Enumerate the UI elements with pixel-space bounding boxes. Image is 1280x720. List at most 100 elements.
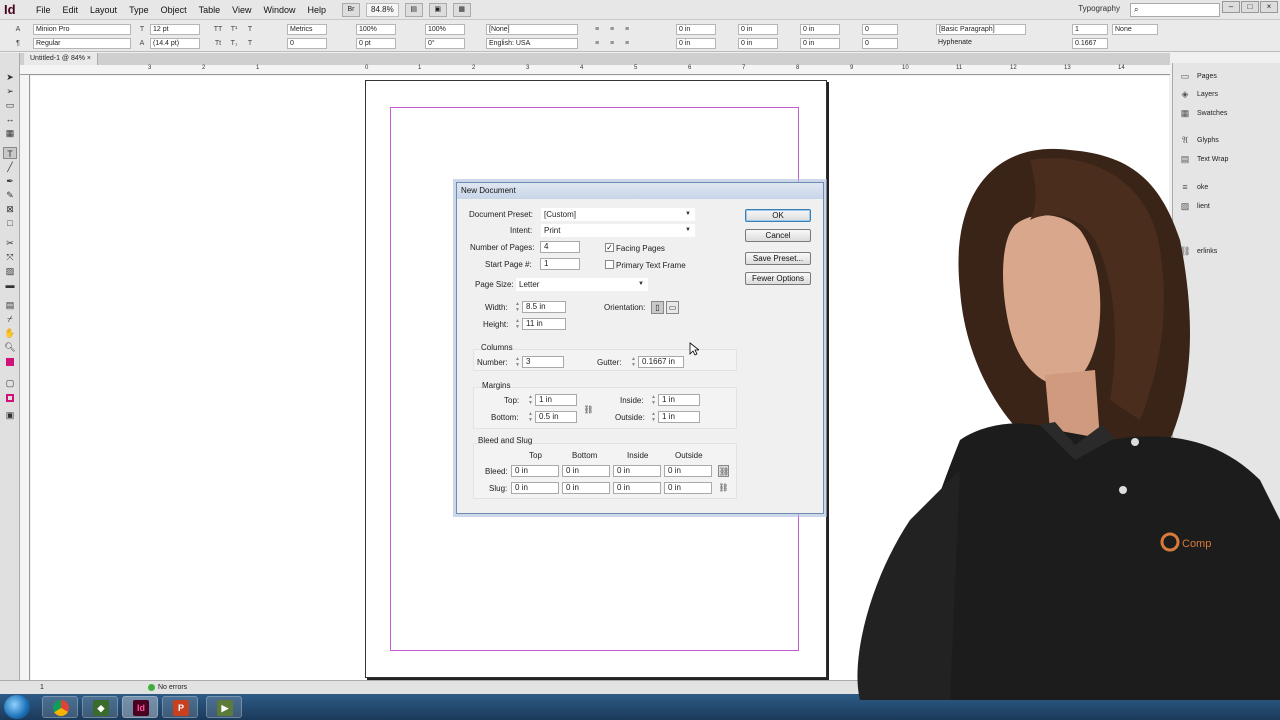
content-collector-icon[interactable]: ▦ <box>3 127 17 139</box>
bleed-outside-field[interactable]: 0 in <box>664 465 712 477</box>
font-family-select[interactable]: Minion Pro <box>33 24 131 35</box>
drop-cap-chars-field[interactable]: 0 <box>862 38 898 49</box>
bleed-top-field[interactable]: 0 in <box>511 465 559 477</box>
align-right-icon[interactable]: ≡ <box>621 24 633 35</box>
horizontal-ruler[interactable]: 3 2 1 0 1 2 3 4 5 6 7 8 9 10 11 12 13 14 <box>20 65 1170 75</box>
language-select[interactable]: English: USA <box>486 38 578 49</box>
slug-outside-field[interactable]: 0 in <box>664 482 712 494</box>
left-indent-field[interactable]: 0 in <box>676 24 716 35</box>
gradient-swatch-tool-icon[interactable]: ▨ <box>3 265 17 277</box>
help-search-input[interactable]: ⌕ <box>1130 3 1220 17</box>
start-page-field[interactable]: 1 <box>540 258 580 270</box>
hyphenate-checkbox[interactable]: Hyphenate <box>936 38 996 49</box>
pen-tool-icon[interactable]: ✒ <box>3 175 17 187</box>
column-number-field[interactable]: 3 <box>522 356 564 368</box>
margin-outside-stepper-icon[interactable]: ▲ ▼ <box>650 411 657 423</box>
paragraph-formatting-icon[interactable]: ¶ <box>12 38 24 49</box>
vertical-ruler[interactable] <box>20 75 30 680</box>
fill-stroke-icon[interactable] <box>3 357 17 369</box>
width-stepper-icon[interactable]: ▲ ▼ <box>514 301 521 313</box>
space-before-field[interactable]: 0 in <box>800 24 840 35</box>
eyedropper-tool-icon[interactable]: ⌿ <box>3 313 17 325</box>
small-caps-icon[interactable]: Tt <box>212 38 224 49</box>
preflight-status[interactable]: No errors <box>148 684 187 691</box>
margin-top-stepper-icon[interactable]: ▲ ▼ <box>527 394 534 406</box>
line-tool-icon[interactable]: ╱ <box>3 161 17 173</box>
all-caps-icon[interactable]: TT <box>212 24 224 35</box>
tracking-field[interactable]: 0 <box>287 38 327 49</box>
margin-inside-stepper-icon[interactable]: ▲ ▼ <box>650 394 657 406</box>
page-number-field[interactable]: 1 <box>40 684 44 691</box>
gutter-stepper-icon[interactable]: ▲ ▼ <box>630 356 637 368</box>
save-preset-button[interactable]: Save Preset... <box>745 252 811 265</box>
rectangle-frame-tool-icon[interactable]: ⊠ <box>3 203 17 215</box>
bleed-link-icon[interactable]: ⛓ <box>718 465 729 477</box>
panel-layers[interactable]: ◈ Layers <box>1179 85 1218 103</box>
bleed-inside-field[interactable]: 0 in <box>613 465 661 477</box>
last-line-indent-field[interactable]: 0 in <box>738 38 778 49</box>
menu-object[interactable]: Object <box>155 0 193 20</box>
underline-icon[interactable]: T <box>244 24 256 35</box>
slug-inside-field[interactable]: 0 in <box>613 482 661 494</box>
panel-swatches[interactable]: ▦ Swatches <box>1179 104 1228 122</box>
close-tab-icon[interactable]: × <box>87 55 91 62</box>
cancel-button[interactable]: Cancel <box>745 229 811 242</box>
column-number-stepper-icon[interactable]: ▲ ▼ <box>514 356 521 368</box>
gap-tool-icon[interactable]: ↔ <box>3 113 17 125</box>
indesign-taskbar-button[interactable]: Id <box>122 696 158 718</box>
maximize-button[interactable]: □ <box>1241 1 1259 13</box>
justify-left-icon[interactable]: ≡ <box>591 38 603 49</box>
gutter-field[interactable]: 0.1667 in <box>638 356 684 368</box>
apply-color-icon[interactable] <box>3 393 17 405</box>
workspace-switcher[interactable]: Typography <box>1078 4 1120 13</box>
view-options-icon[interactable]: ▤ <box>404 2 423 17</box>
width-field[interactable]: 8.5 in <box>522 301 566 313</box>
powerpoint-taskbar-button[interactable]: P <box>162 696 198 718</box>
primary-text-frame-checkbox[interactable] <box>605 260 614 269</box>
menu-type[interactable]: Type <box>123 0 155 20</box>
note-tool-icon[interactable]: ▤ <box>3 299 17 311</box>
superscript-icon[interactable]: T¹ <box>228 24 240 35</box>
recorder-taskbar-button[interactable]: ▶ <box>206 696 242 718</box>
height-stepper-icon[interactable]: ▲ ▼ <box>514 318 521 330</box>
character-formatting-icon[interactable]: A <box>12 24 24 35</box>
close-window-button[interactable]: × <box>1260 1 1278 13</box>
columns-field[interactable]: 1 <box>1072 24 1108 35</box>
margin-inside-field[interactable]: 1 in <box>658 394 700 406</box>
direct-selection-tool-icon[interactable]: ➢ <box>3 85 17 97</box>
font-size-field[interactable]: 12 pt <box>150 24 200 35</box>
space-after-field[interactable]: 0 in <box>800 38 840 49</box>
margin-bottom-stepper-icon[interactable]: ▲ ▼ <box>527 411 534 423</box>
slug-bottom-field[interactable]: 0 in <box>562 482 610 494</box>
horizontal-scale-field[interactable]: 100% <box>425 24 465 35</box>
shading-select[interactable]: None <box>1112 24 1158 35</box>
first-line-indent-field[interactable]: 0 in <box>676 38 716 49</box>
screen-mode-icon[interactable]: ▣ <box>428 2 447 17</box>
margin-outside-field[interactable]: 1 in <box>658 411 700 423</box>
menu-window[interactable]: Window <box>257 0 301 20</box>
slug-link-icon[interactable]: ⛓ <box>718 482 729 494</box>
height-field[interactable]: 11 in <box>522 318 566 330</box>
justify-center-icon[interactable]: ≡ <box>606 38 618 49</box>
document-preset-select[interactable]: [Custom] ▼ <box>541 208 695 221</box>
vertical-scale-field[interactable]: 100% <box>356 24 396 35</box>
zoom-level-select[interactable]: 84.8% <box>366 2 399 17</box>
slug-top-field[interactable]: 0 in <box>511 482 559 494</box>
bleed-bottom-field[interactable]: 0 in <box>562 465 610 477</box>
pencil-tool-icon[interactable]: ✎ <box>3 189 17 201</box>
page-size-select[interactable]: Letter ▼ <box>516 278 648 291</box>
selection-tool-icon[interactable]: ➤ <box>3 71 17 83</box>
right-indent-field[interactable]: 0 in <box>738 24 778 35</box>
strikethrough-icon[interactable]: T <box>244 38 256 49</box>
number-of-pages-field[interactable]: 4 <box>540 241 580 253</box>
menu-view[interactable]: View <box>226 0 257 20</box>
panel-pages[interactable]: ▭ Pages <box>1179 67 1217 85</box>
justify-all-icon[interactable]: ≡ <box>621 38 633 49</box>
hand-tool-icon[interactable]: ✋ <box>3 327 17 339</box>
menu-edit[interactable]: Edit <box>57 0 85 20</box>
screen-mode-tool-icon[interactable]: ▣ <box>3 409 17 421</box>
menu-layout[interactable]: Layout <box>84 0 123 20</box>
subscript-icon[interactable]: T₁ <box>228 38 240 49</box>
align-left-icon[interactable]: ≡ <box>591 24 603 35</box>
chain-link-icon[interactable]: ⛓ <box>583 404 594 416</box>
